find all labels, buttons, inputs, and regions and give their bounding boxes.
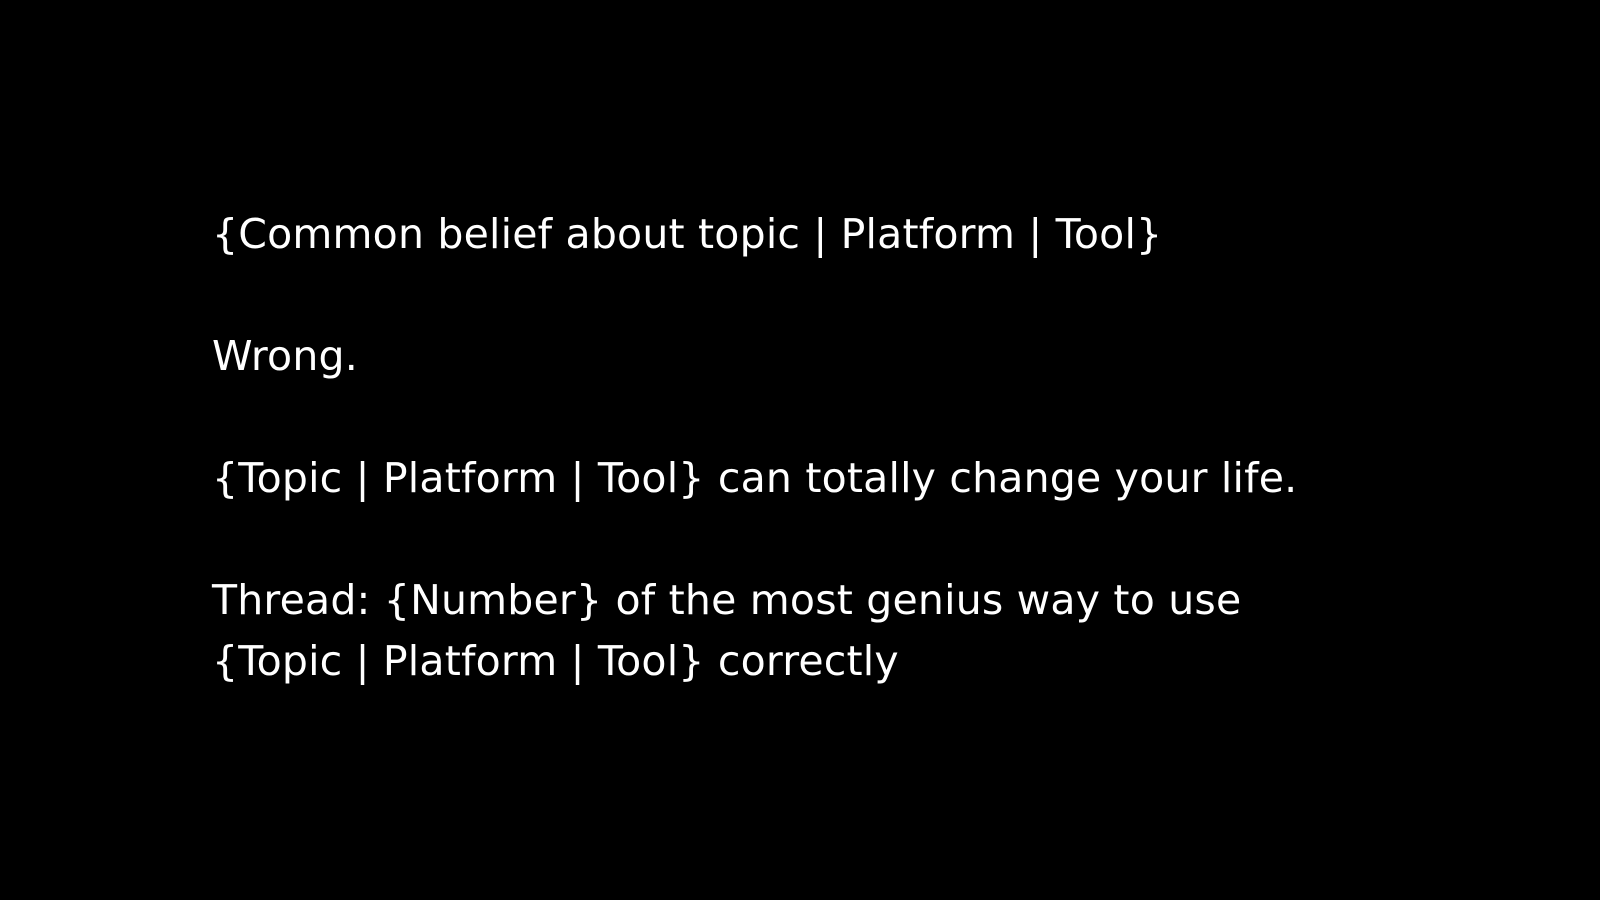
common-belief-line: {Common belief about topic | Platform | … [212, 210, 1163, 258]
slide-canvas: {Common belief about topic | Platform | … [0, 0, 1600, 900]
thread-line-2: {Topic | Platform | Tool} correctly [212, 637, 899, 685]
claim-line: {Topic | Platform | Tool} can totally ch… [212, 454, 1298, 502]
wrong-line: Wrong. [212, 332, 358, 380]
thread-line-1: Thread: {Number} of the most genius way … [212, 576, 1242, 624]
slide-text-block: {Common belief about topic | Platform | … [212, 204, 1512, 692]
